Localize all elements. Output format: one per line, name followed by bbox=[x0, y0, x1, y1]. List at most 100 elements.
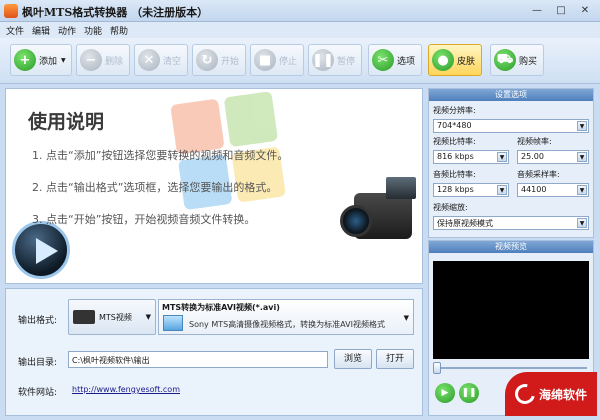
file-list-area[interactable]: 使用说明 1. 点击“添加”按钮选择您要转换的视频和音频文件。 2. 点击“输出… bbox=[5, 88, 423, 284]
resolution-select[interactable]: 704*480 ▼ bbox=[433, 119, 589, 133]
audio-bitrate-value: 128 kbps bbox=[437, 185, 474, 194]
video-scale-label: 视频缩放: bbox=[433, 203, 468, 212]
tools-icon: ✂ bbox=[372, 49, 394, 71]
seek-slider-track[interactable] bbox=[437, 367, 587, 369]
format-name: MTS视频 bbox=[99, 312, 132, 322]
samplerate-label: 音频采样率: bbox=[517, 170, 560, 179]
camcorder-icon bbox=[73, 310, 95, 324]
usage-step-3: 3. 点击“开始”按钮，开始视频音频文件转换。 bbox=[32, 213, 256, 226]
output-dir-input[interactable]: C:\枫叶视频软件\输出 bbox=[68, 351, 328, 368]
resolution-value: 704*480 bbox=[437, 121, 472, 130]
cart-icon: ⛟ bbox=[494, 49, 516, 71]
format-title: MTS转换为标准AVI视频(*.avi) bbox=[162, 303, 280, 312]
chevron-down-icon: ▼ bbox=[497, 152, 507, 162]
buy-label: 购买 bbox=[519, 56, 538, 67]
settings-panel: 设置选项 视频分辨率: 704*480 ▼ 视频比特率: 视频帧率: 816 k… bbox=[428, 88, 594, 238]
skin-button[interactable]: ● 皮肤 bbox=[428, 44, 482, 76]
delete-label: 删除 bbox=[105, 56, 124, 67]
skin-label: 皮肤 bbox=[457, 56, 476, 67]
refresh-icon: ↻ bbox=[196, 49, 218, 71]
video-bitrate-value: 816 kbps bbox=[437, 152, 474, 161]
plus-icon: + bbox=[14, 49, 36, 71]
open-button[interactable]: 打开 bbox=[376, 349, 414, 369]
watermark-text: 海绵软件 bbox=[539, 388, 588, 402]
format-description-selector[interactable]: MTS转换为标准AVI视频(*.avi) Sony MTS高清摄像视频格式，转换… bbox=[158, 299, 414, 335]
camcorder-graphic bbox=[336, 169, 420, 269]
settings-header: 设置选项 bbox=[429, 89, 593, 101]
video-scale-value: 保持原视频模式 bbox=[437, 219, 493, 228]
stop-icon: ■ bbox=[254, 49, 276, 71]
watermark-logo-icon bbox=[511, 380, 539, 408]
minus-icon: − bbox=[80, 49, 102, 71]
chevron-down-icon: ▼ bbox=[145, 313, 151, 321]
close-button[interactable]: ✕ bbox=[573, 3, 597, 18]
window-title: 枫叶MTS格式转换器 （未注册版本） bbox=[22, 6, 209, 19]
video-preview-screen bbox=[433, 261, 589, 359]
menu-function[interactable]: 功能 bbox=[84, 24, 102, 37]
menu-file[interactable]: 文件 bbox=[6, 24, 24, 37]
play-button[interactable]: ▶ bbox=[435, 383, 455, 403]
menu-bar: 文件 编辑 动作 功能 帮助 bbox=[0, 22, 600, 38]
start-button[interactable]: ↻ 开始 bbox=[192, 44, 246, 76]
chevron-down-icon[interactable]: ▼ bbox=[61, 57, 66, 64]
chevron-down-icon: ▼ bbox=[497, 185, 507, 195]
usage-step-1: 1. 点击“添加”按钮选择您要转换的视频和音频文件。 bbox=[32, 149, 289, 162]
audio-bitrate-label: 音频比特率: bbox=[433, 170, 476, 179]
pause-icon: ❚❚ bbox=[312, 49, 334, 71]
maximize-button[interactable]: □ bbox=[549, 3, 573, 18]
resolution-label: 视频分辨率: bbox=[433, 106, 476, 115]
camcorder-lens bbox=[340, 205, 372, 237]
chevron-down-icon: ▼ bbox=[577, 218, 587, 228]
chevron-down-icon: ▼ bbox=[403, 314, 409, 322]
seek-slider-handle[interactable] bbox=[433, 362, 441, 374]
delete-button[interactable]: − 删除 bbox=[76, 44, 130, 76]
chevron-down-icon: ▼ bbox=[577, 185, 587, 195]
video-bitrate-select[interactable]: 816 kbps ▼ bbox=[433, 150, 509, 164]
clear-icon: ✕ bbox=[138, 49, 160, 71]
menu-help[interactable]: 帮助 bbox=[110, 24, 128, 37]
add-button[interactable]: + 添加 ▼ bbox=[10, 44, 72, 76]
output-format-selector[interactable]: MTS视频 ▼ bbox=[68, 299, 156, 335]
output-format-label: 输出格式: bbox=[18, 316, 58, 326]
app-icon bbox=[4, 4, 18, 18]
chevron-down-icon: ▼ bbox=[577, 152, 587, 162]
video-scale-select[interactable]: 保持原视频模式 ▼ bbox=[433, 216, 589, 230]
pause-preview-button[interactable]: ❚❚ bbox=[459, 383, 479, 403]
buy-button[interactable]: ⛟ 购买 bbox=[490, 44, 544, 76]
usage-step-2: 2. 点击“输出格式”选项框，选择您要输出的格式。 bbox=[32, 181, 278, 194]
menu-edit[interactable]: 编辑 bbox=[32, 24, 50, 37]
format-description: Sony MTS高清摄像视频格式，转换为标准AVI视频格式 bbox=[189, 320, 385, 329]
logo-tile-green bbox=[223, 91, 279, 148]
toolbar: + 添加 ▼ − 删除 ✕ 清空 ↻ 开始 ■ 停止 ❚❚ 暂停 ✂ 选项 ● … bbox=[0, 38, 600, 84]
usage-title: 使用说明 bbox=[28, 111, 105, 133]
watermark-badge: 海绵软件 bbox=[505, 372, 597, 416]
video-bitrate-label: 视频比特率: bbox=[433, 137, 476, 146]
output-dir-label: 输出目录: bbox=[18, 358, 58, 368]
add-label: 添加 bbox=[39, 56, 58, 67]
output-panel: 输出格式: MTS视频 ▼ MTS转换为标准AVI视频(*.avi) Sony … bbox=[5, 288, 423, 416]
options-button[interactable]: ✂ 选项 bbox=[368, 44, 422, 76]
clear-label: 清空 bbox=[163, 56, 182, 67]
website-link[interactable]: http://www.fengyesoft.com bbox=[72, 385, 180, 394]
stop-button[interactable]: ■ 停止 bbox=[250, 44, 304, 76]
chevron-down-icon: ▼ bbox=[577, 121, 587, 131]
clear-button[interactable]: ✕ 清空 bbox=[134, 44, 188, 76]
audio-bitrate-select[interactable]: 128 kbps ▼ bbox=[433, 183, 509, 197]
minimize-button[interactable]: — bbox=[525, 3, 549, 18]
website-label: 软件网站: bbox=[18, 388, 58, 398]
samplerate-select[interactable]: 44100 ▼ bbox=[517, 183, 589, 197]
pause-label: 暂停 bbox=[337, 56, 356, 67]
apple-icon: ● bbox=[432, 49, 454, 71]
samplerate-value: 44100 bbox=[521, 185, 547, 194]
play-triangle bbox=[36, 238, 58, 264]
browse-button[interactable]: 浏览 bbox=[334, 349, 372, 369]
framerate-label: 视频帧率: bbox=[517, 137, 552, 146]
menu-action[interactable]: 动作 bbox=[58, 24, 76, 37]
camcorder-screen bbox=[386, 177, 416, 199]
video-file-icon bbox=[163, 315, 183, 331]
title-bar: 枫叶MTS格式转换器 （未注册版本） — □ ✕ bbox=[0, 0, 600, 22]
play-orb-icon bbox=[12, 221, 70, 279]
pause-button[interactable]: ❚❚ 暂停 bbox=[308, 44, 362, 76]
stop-label: 停止 bbox=[279, 56, 298, 67]
framerate-select[interactable]: 25.00 ▼ bbox=[517, 150, 589, 164]
